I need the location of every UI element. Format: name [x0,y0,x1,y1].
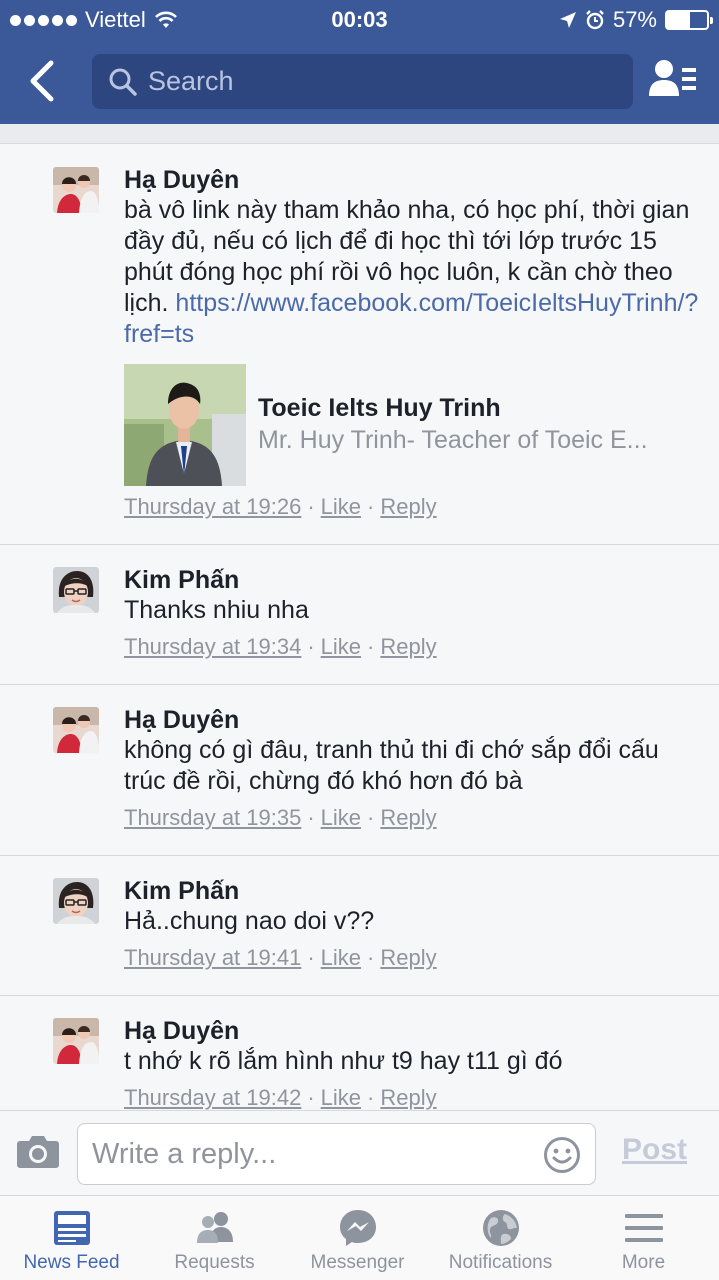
tab-label: Requests [174,1252,255,1273]
reply-link[interactable]: Reply [380,1085,436,1110]
tab-bar: News Feed Requests Messenger Notificatio… [0,1196,719,1280]
link-preview-subtitle: Mr. Huy Trinh- Teacher of Toeic E... [258,426,648,454]
battery-percent: 57% [612,7,657,32]
reply-field[interactable] [77,1123,596,1185]
comment-meta: Thursday at 19:26 · Like · Reply [124,492,699,522]
like-link[interactable]: Like [321,494,361,519]
tab-news-feed[interactable]: News Feed [0,1196,143,1280]
reply-link[interactable]: Reply [380,494,436,519]
status-bar: Viettel 00:03 57% [0,0,719,40]
back-chevron-icon [30,60,54,102]
comment: Hạ Duyên bà vô link này tham khảo nha, c… [0,145,719,545]
comment-timestamp[interactable]: Thursday at 19:34 [124,634,301,659]
reply-link[interactable]: Reply [380,945,436,970]
comment-text: bà vô link này tham khảo nha, có học phí… [124,195,699,350]
search-input[interactable] [148,54,618,109]
tab-more[interactable]: More [572,1196,715,1280]
link-preview-title: Toeic Ielts Huy Trinh [258,394,501,422]
tab-messenger[interactable]: Messenger [286,1196,429,1280]
comment-meta: Thursday at 19:42 · Like · Reply [124,1083,699,1110]
reply-input[interactable] [92,1124,532,1184]
separator-dot: · [367,805,375,830]
separator-dot: · [367,945,375,970]
separator-dot: · [307,945,315,970]
tab-label: News Feed [23,1252,120,1273]
avatar[interactable] [53,167,99,213]
nav-bar [0,40,719,124]
back-button[interactable] [18,58,68,104]
reply-bar: Post [0,1110,719,1196]
person-list-icon [649,60,696,96]
reply-link[interactable]: Reply [380,634,436,659]
comment-meta: Thursday at 19:34 · Like · Reply [124,632,699,662]
comment-author[interactable]: Kim Phấn [124,876,699,906]
comment-author[interactable]: Hạ Duyên [124,705,699,735]
camera-icon [17,1136,59,1168]
alarm-icon [586,10,604,30]
comment-link[interactable]: https://www.facebook.com/ToeicIeltsHuyTr… [124,289,698,348]
friend-requests-button[interactable] [646,58,702,106]
like-link[interactable]: Like [321,1085,361,1110]
separator-dot: · [367,494,375,519]
top-divider [0,124,719,144]
comment: Hạ Duyên t nhớ k rõ lắm hình như t9 hay … [0,996,719,1110]
comment-author[interactable]: Kim Phấn [124,565,699,595]
like-link[interactable]: Like [321,945,361,970]
separator-dot: · [367,1085,375,1110]
search-box[interactable] [92,54,633,109]
tab-label: Notifications [448,1252,553,1273]
news-feed-icon [53,1211,90,1245]
separator-dot: · [307,805,315,830]
avatar[interactable] [53,1018,99,1064]
avatar[interactable] [53,878,99,924]
comment-timestamp[interactable]: Thursday at 19:42 [124,1085,301,1110]
tab-label: More [621,1252,666,1273]
friends-icon [196,1212,233,1243]
camera-button[interactable] [16,1133,60,1174]
comment-text: t nhớ k rõ lắm hình như t9 hay t11 gì đó [124,1047,563,1075]
messenger-icon [339,1210,376,1246]
comment-timestamp[interactable]: Thursday at 19:35 [124,805,301,830]
reply-link[interactable]: Reply [380,805,436,830]
separator-dot: · [367,634,375,659]
comment-meta: Thursday at 19:35 · Like · Reply [124,803,699,833]
globe-icon [482,1210,519,1246]
comment: Kim Phấn Thanks nhiu nha Thursday at 19:… [0,545,719,685]
separator-dot: · [307,634,315,659]
avatar[interactable] [53,707,99,753]
comment: Hạ Duyên không có gì đâu, tranh thủ thi … [0,685,719,856]
battery-fill [667,12,690,28]
status-right: 57% [559,7,713,33]
avatar[interactable] [53,567,99,613]
comment-text: Hả..chung nao doi v?? [124,907,375,935]
comment: Kim Phấn Hả..chung nao doi v?? Thursday … [0,856,719,996]
emoji-button[interactable] [543,1136,581,1179]
separator-dot: · [307,494,315,519]
comment-text: Thanks nhiu nha [124,596,309,624]
link-preview-thumbnail [124,364,246,486]
search-icon [109,68,137,96]
comment-author[interactable]: Hạ Duyên [124,1016,699,1046]
like-link[interactable]: Like [321,805,361,830]
comment-text: không có gì đâu, tranh thủ thi đi chớ sắ… [124,736,659,795]
post-button[interactable]: Post [622,1133,687,1167]
comment-list[interactable]: Hạ Duyên bà vô link này tham khảo nha, c… [0,145,719,1110]
comment-timestamp[interactable]: Thursday at 19:41 [124,945,301,970]
hamburger-icon [624,1214,663,1242]
tab-label: Messenger [310,1252,405,1273]
screen: Viettel 00:03 57% Search Hạ Duyên bà vô … [0,0,719,1280]
smiley-icon [544,1137,580,1173]
comment-timestamp[interactable]: Thursday at 19:26 [124,494,301,519]
comment-author[interactable]: Hạ Duyên [124,165,699,195]
battery-icon [665,10,713,30]
link-preview[interactable]: Toeic Ielts Huy Trinh Mr. Huy Trinh- Tea… [124,364,699,486]
location-arrow-icon [559,12,576,28]
comment-meta: Thursday at 19:41 · Like · Reply [124,943,699,973]
like-link[interactable]: Like [321,634,361,659]
tab-notifications[interactable]: Notifications [429,1196,572,1280]
separator-dot: · [307,1085,315,1110]
tab-requests[interactable]: Requests [143,1196,286,1280]
